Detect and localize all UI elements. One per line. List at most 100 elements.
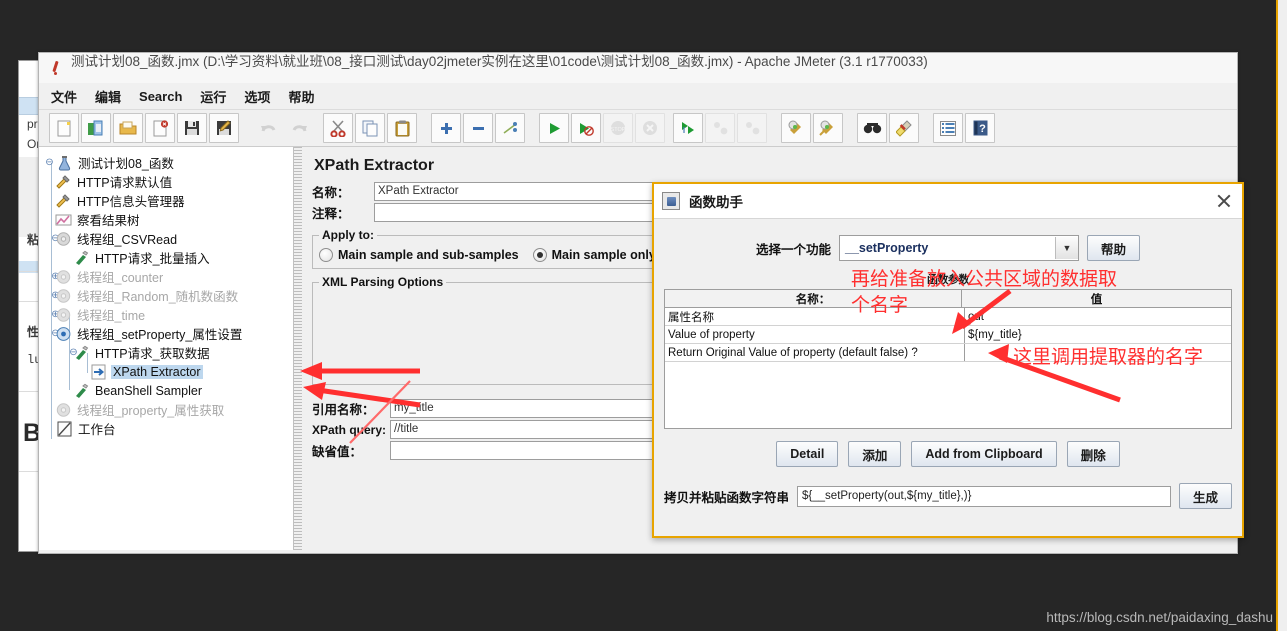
tree-node-thread-group-time[interactable]: ⊕ 线程组_time [43,305,293,324]
generate-button[interactable]: 生成 [1178,483,1232,509]
clear-icon[interactable] [781,113,811,143]
http-sampler-icon [73,250,90,266]
cut-icon[interactable] [323,113,353,143]
tree-node-label: 线程组_setProperty_属性设置 [77,328,243,342]
tree-node-thread-group-counter[interactable]: ⊕ 线程组_counter [43,267,293,286]
toolbar[interactable]: STOP ? [39,110,1237,147]
config-element-icon [55,174,72,190]
dialog-titlebar: 函数助手 [654,184,1242,219]
radio-dot-icon [532,248,547,262]
param-name-cell: 属性名称 [665,308,965,325]
function-string-input[interactable]: ${__setProperty(out,${my_title},)} [797,485,1171,507]
start-remote-icon[interactable] [673,113,703,143]
table-row[interactable]: 属性名称 out [665,308,1231,326]
radio-main-sample-only[interactable]: Main sample only [532,248,656,262]
right-edge-strip [1276,0,1287,631]
delete-button[interactable]: 删除 [1066,441,1120,467]
open-icon[interactable] [113,113,143,143]
thread-group-icon [55,269,72,285]
help-icon[interactable]: ? [965,113,995,143]
start-no-pauses-icon[interactable] [571,113,601,143]
close-icon[interactable] [1214,191,1234,211]
tree-node-xpath-extractor[interactable]: XPath Extractor [43,362,293,381]
chevron-down-icon[interactable]: ▼ [1055,237,1078,259]
new-icon[interactable] [49,113,79,143]
search-icon[interactable] [857,113,887,143]
radio-main-sample-and-sub-samples[interactable]: Main sample and sub-samples [319,248,519,262]
apply-to-legend: Apply to: [322,228,374,242]
table-row[interactable]: Return Original Value of property (defau… [665,344,1231,362]
add-button[interactable]: 添加 [848,441,902,467]
menu-run[interactable]: 运行 [200,87,226,106]
stop-remote-icon [705,113,735,143]
tree-node-thread-group-csvread[interactable]: ⊖ 线程组_CSVRead [43,229,293,248]
thread-group-icon [55,307,72,323]
tree-expand-handle[interactable]: ⊖ [43,157,56,168]
close-icon[interactable] [145,113,175,143]
paste-icon[interactable] [387,113,417,143]
param-value-cell[interactable]: out [965,308,1231,325]
tree-node-http-get-data[interactable]: ⊖ HTTP请求_获取数据 [43,343,293,362]
menubar[interactable]: 文件 编辑 Search 运行 选项 帮助 [39,83,1237,110]
tree-node-thread-group-random[interactable]: ⊕ 线程组_Random_随机数函数 [43,286,293,305]
tree-node-thread-group-setproperty[interactable]: ⊖ 线程组_setProperty_属性设置 [43,324,293,343]
param-value-cell[interactable]: ${my_title} [965,326,1231,343]
menu-options[interactable]: 选项 [244,87,270,106]
java-app-icon [662,192,680,210]
comment-label: 注释： [312,207,350,221]
dialog-button-row: Detail 添加 Add from Clipboard 删除 [664,441,1232,467]
tree-node-view-results-tree[interactable]: 察看结果树 [43,210,293,229]
menu-file[interactable]: 文件 [51,87,77,106]
function-select-dropdown[interactable]: __setProperty ▼ [839,235,1079,261]
save-icon[interactable] [177,113,207,143]
view-results-tree-icon [55,212,72,228]
function-helper-icon[interactable] [933,113,963,143]
menu-help[interactable]: 帮助 [288,87,314,106]
templates-icon[interactable] [81,113,111,143]
tree-node-workbench[interactable]: 工作台 [43,419,293,438]
reset-search-icon[interactable] [889,113,919,143]
tree-node-header-manager[interactable]: HTTP信息头管理器 [43,191,293,210]
collapse-icon[interactable] [463,113,493,143]
tree-node-test-plan[interactable]: ⊖ 测试计划08_函数 [43,153,293,172]
tree-node-http-batch-insert[interactable]: HTTP请求_批量插入 [43,248,293,267]
generate-row: 拷贝并粘贴函数字符串 ${__setProperty(out,${my_titl… [664,483,1232,509]
start-icon[interactable] [539,113,569,143]
thread-group-icon [55,326,72,342]
test-plan-tree[interactable]: ⊖ 测试计划08_函数 HTTP请求默认值 HTTP信息头管理器 察看结果树 ⊖… [39,147,294,550]
thread-group-icon [55,231,72,247]
help-button[interactable]: 帮助 [1087,235,1141,261]
dialog-title: 函数助手 [689,195,743,210]
shutdown-icon [635,113,665,143]
add-from-clipboard-button[interactable]: Add from Clipboard [911,441,1057,467]
test-plan-icon [56,155,73,171]
param-value-cell[interactable] [965,344,1231,361]
function-parameters-table[interactable]: 名称： 值 属性名称 out Value of property ${my_ti… [664,289,1232,429]
menu-edit[interactable]: 编辑 [95,87,121,106]
save-as-icon[interactable] [209,113,239,143]
table-header-row: 名称： 值 [665,290,1231,308]
svg-text:STOP: STOP [611,127,626,133]
table-row[interactable]: Value of property ${my_title} [665,326,1231,344]
thread-group-icon [55,402,72,418]
expand-icon[interactable] [431,113,461,143]
redo-icon [285,113,315,143]
http-sampler-icon [73,345,90,361]
tree-node-thread-group-property[interactable]: 线程组_property_属性获取 [43,400,293,419]
tree-node-label: HTTP请求_获取数据 [95,347,210,361]
table-header-name: 名称： [665,290,962,307]
copy-icon[interactable] [355,113,385,143]
menu-search[interactable]: Search [139,89,182,104]
undo-icon [253,113,283,143]
name-label: 名称： [312,186,350,200]
tree-node-label: 工作台 [78,423,116,437]
function-parameters-label: 函数参数 [927,274,970,286]
detail-button[interactable]: Detail [776,441,839,467]
split-divider[interactable] [294,147,302,550]
tree-node-beanshell-sampler[interactable]: BeanShell Sampler [43,381,293,400]
radio-label: Main sample only [551,248,656,262]
config-element-icon [55,193,72,209]
clear-all-icon[interactable] [813,113,843,143]
tree-node-http-defaults[interactable]: HTTP请求默认值 [43,172,293,191]
toggle-icon[interactable] [495,113,525,143]
